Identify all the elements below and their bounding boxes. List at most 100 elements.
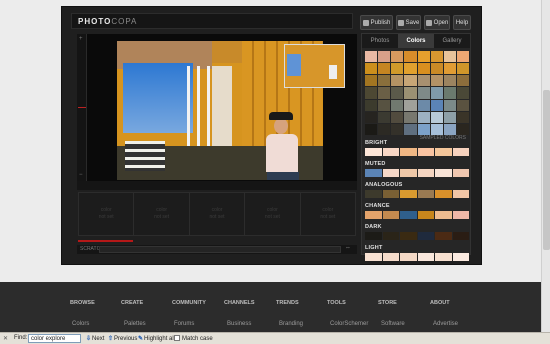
palette-swatch[interactable] xyxy=(417,169,434,177)
palette-swatch[interactable] xyxy=(452,211,469,219)
color-swatch[interactable] xyxy=(417,87,430,99)
color-swatch[interactable] xyxy=(365,75,378,87)
palette-swatch[interactable] xyxy=(417,190,434,198)
footer-sub-link[interactable]: ColorSchemer xyxy=(330,321,368,327)
palette-swatch[interactable] xyxy=(400,148,417,156)
color-swatch[interactable] xyxy=(443,75,456,87)
color-swatch[interactable] xyxy=(404,111,417,123)
footer-nav-link[interactable]: STORE xyxy=(378,300,397,306)
color-slot[interactable]: color not set xyxy=(134,193,190,235)
color-swatch[interactable] xyxy=(391,99,404,111)
color-swatch[interactable] xyxy=(404,99,417,111)
palette-swatch[interactable] xyxy=(365,211,382,219)
color-swatch[interactable] xyxy=(378,63,391,75)
palette-swatch[interactable] xyxy=(435,148,452,156)
footer-nav-link[interactable]: TRENDS xyxy=(276,300,299,306)
color-swatch[interactable] xyxy=(365,51,378,63)
color-slot[interactable]: color not set xyxy=(190,193,246,235)
footer-nav-link[interactable]: BROWSE xyxy=(70,300,95,306)
highlight-all-button[interactable]: ✎Highlight all xyxy=(138,335,175,342)
close-icon[interactable]: ✕ xyxy=(3,335,8,342)
publish-button[interactable]: Publish xyxy=(360,15,393,30)
color-swatch[interactable] xyxy=(443,123,456,135)
palette-swatch[interactable] xyxy=(452,253,469,261)
palette-swatch[interactable] xyxy=(400,190,417,198)
color-swatch[interactable] xyxy=(378,99,391,111)
color-swatch[interactable] xyxy=(365,99,378,111)
color-swatch[interactable] xyxy=(404,63,417,75)
color-swatch[interactable] xyxy=(378,123,391,135)
color-swatch[interactable] xyxy=(430,75,443,87)
color-swatch[interactable] xyxy=(417,99,430,111)
palette-swatch[interactable] xyxy=(365,232,382,240)
footer-sub-link[interactable]: Forums xyxy=(174,321,194,327)
palette-swatch[interactable] xyxy=(400,232,417,240)
palette-swatch[interactable] xyxy=(382,232,399,240)
zoom-in-icon[interactable]: + xyxy=(79,36,83,42)
color-swatch[interactable] xyxy=(417,123,430,135)
palette-swatch[interactable] xyxy=(452,148,469,156)
color-swatch[interactable] xyxy=(365,111,378,123)
color-slot[interactable]: color not set xyxy=(245,193,301,235)
find-previous-button[interactable]: ⇧Previous xyxy=(108,335,137,342)
color-swatch[interactable] xyxy=(443,111,456,123)
palette-swatch[interactable] xyxy=(382,190,399,198)
palette-swatch[interactable] xyxy=(435,169,452,177)
color-swatch[interactable] xyxy=(443,87,456,99)
footer-sub-link[interactable]: Software xyxy=(381,321,405,327)
palette-swatch[interactable] xyxy=(452,190,469,198)
match-case-checkbox[interactable]: Match case xyxy=(174,335,213,342)
color-swatch[interactable] xyxy=(417,51,430,63)
palette-swatch[interactable] xyxy=(452,232,469,240)
color-swatch[interactable] xyxy=(378,75,391,87)
color-swatch[interactable] xyxy=(417,75,430,87)
palette-swatch[interactable] xyxy=(417,148,434,156)
palette-swatch[interactable] xyxy=(382,211,399,219)
save-button[interactable]: Save xyxy=(396,15,421,30)
palette-swatch[interactable] xyxy=(435,211,452,219)
find-next-button[interactable]: ⇩Next xyxy=(86,335,104,342)
palette-swatch[interactable] xyxy=(435,190,452,198)
palette-swatch[interactable] xyxy=(365,169,382,177)
color-swatch[interactable] xyxy=(365,63,378,75)
palette-swatch[interactable] xyxy=(417,211,434,219)
color-swatch[interactable] xyxy=(391,51,404,63)
color-swatch[interactable] xyxy=(391,63,404,75)
color-swatch[interactable] xyxy=(404,51,417,63)
page-scrollbar[interactable] xyxy=(541,0,550,332)
footer-nav-link[interactable]: CREATE xyxy=(121,300,143,306)
color-swatch[interactable] xyxy=(391,111,404,123)
color-swatch[interactable] xyxy=(430,87,443,99)
find-input[interactable]: color explore xyxy=(28,334,81,343)
color-swatch[interactable] xyxy=(456,63,469,75)
color-swatch[interactable] xyxy=(378,87,391,99)
color-swatch[interactable] xyxy=(443,51,456,63)
palette-swatch[interactable] xyxy=(400,253,417,261)
palette-swatch[interactable] xyxy=(452,169,469,177)
palette-swatch[interactable] xyxy=(382,169,399,177)
scratch-field[interactable] xyxy=(99,246,341,253)
footer-sub-link[interactable]: Palettes xyxy=(124,321,146,327)
footer-nav-link[interactable]: TOOLS xyxy=(327,300,346,306)
color-swatch[interactable] xyxy=(365,87,378,99)
color-swatch[interactable] xyxy=(456,99,469,111)
color-swatch[interactable] xyxy=(430,51,443,63)
color-swatch[interactable] xyxy=(404,87,417,99)
zoom-marker[interactable] xyxy=(78,107,86,108)
color-swatch[interactable] xyxy=(430,99,443,111)
color-swatch[interactable] xyxy=(456,51,469,63)
viewer-zoom-rail[interactable]: + − xyxy=(77,34,87,181)
palette-swatch[interactable] xyxy=(435,232,452,240)
link-icon[interactable]: ⇔ xyxy=(345,245,351,251)
color-swatch[interactable] xyxy=(391,75,404,87)
tab-colors[interactable]: Colors xyxy=(398,34,434,48)
color-slot[interactable]: color not set xyxy=(79,193,135,235)
color-swatch[interactable] xyxy=(456,111,469,123)
color-swatch[interactable] xyxy=(430,63,443,75)
palette-swatch[interactable] xyxy=(417,253,434,261)
palette-swatch[interactable] xyxy=(365,190,382,198)
color-swatch[interactable] xyxy=(430,111,443,123)
color-swatch[interactable] xyxy=(391,123,404,135)
color-slot[interactable]: color not set xyxy=(301,193,355,235)
scrollbar-thumb[interactable] xyxy=(543,90,550,250)
